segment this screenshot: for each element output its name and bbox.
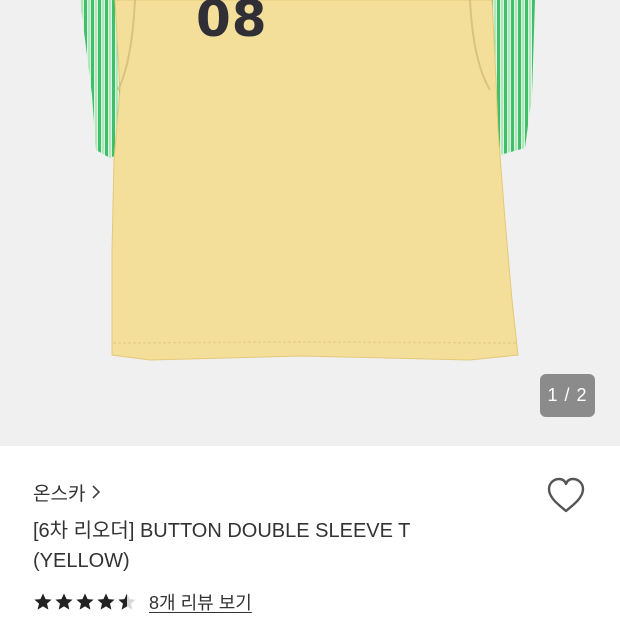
star-icon <box>55 593 73 610</box>
star-rating <box>33 592 137 612</box>
brand-link[interactable]: 온스카 <box>33 480 101 505</box>
product-title: [6차 리오더] BUTTON DOUBLE SLEEVE T (YELLOW) <box>33 520 411 572</box>
product-info: 온스카 [6차 리오더] BUTTON DOUBLE SLEEVE T (YEL… <box>0 446 620 620</box>
review-link[interactable]: 8개 리뷰 보기 <box>149 589 252 615</box>
jersey-number: 08 <box>196 0 268 48</box>
star-icon <box>97 593 115 610</box>
brand-name: 온스카 <box>33 483 86 505</box>
image-counter: 1 / 2 <box>540 374 595 417</box>
star-icon <box>34 593 52 610</box>
rating-row: 8개 리뷰 보기 <box>33 590 252 614</box>
heart-outline-icon[interactable] <box>545 476 587 516</box>
star-icon <box>76 593 94 610</box>
star-half-icon <box>118 593 136 610</box>
product-image[interactable] <box>0 0 620 446</box>
chevron-right-icon <box>92 485 101 499</box>
product-image-gallery[interactable]: 08 1 / 2 <box>0 0 620 446</box>
